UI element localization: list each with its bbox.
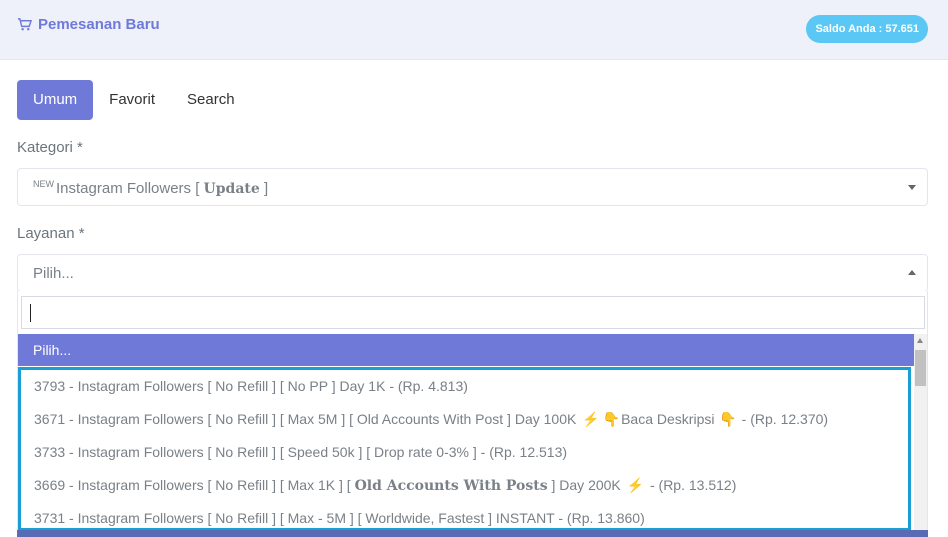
layanan-label: Layanan * [17,225,85,242]
scrollbar-thumb[interactable] [915,350,926,386]
lightning-icon: ⚡ [626,477,645,493]
kategori-select[interactable]: NEW Instagram Followers [ Update ] [17,168,928,206]
lightning-icon: ⚡ [582,411,600,427]
dropdown-option[interactable]: 3793 - Instagram Followers [ No Refill ]… [21,370,908,403]
kategori-value-post: ] [259,180,269,197]
option-text-post: - (Rp. 12.370) [737,411,829,427]
chevron-down-icon [908,185,916,190]
tab-favorit[interactable]: Favorit [93,80,171,120]
obscured-content-strip [17,530,928,537]
dropdown-scrollbar[interactable] [914,334,927,537]
tab-umum[interactable]: Umum [17,80,94,120]
page-title-text: Pemesanan Baru [38,16,160,33]
layanan-value: Pilih... [33,265,74,282]
option-text-bold: Old Accounts With Posts [354,478,548,494]
kategori-value: NEW Instagram Followers [ Update ] [33,179,268,197]
text-cursor [30,304,31,322]
option-text-mid: ] Day 200K [547,477,625,493]
dropdown-option[interactable]: 3671 - Instagram Followers [ No Refill ]… [21,403,908,436]
option-text: 3793 - Instagram Followers [ No Refill ]… [34,378,468,394]
dropdown-option[interactable]: 3669 - Instagram Followers [ No Refill ]… [21,469,908,502]
layanan-select[interactable]: Pilih... [17,254,928,292]
tab-search[interactable]: Search [171,80,251,120]
kategori-value-bold: Update [203,181,260,197]
new-badge: NEW [33,179,54,189]
kategori-label: Kategori * [17,139,83,156]
option-text-post: - (Rp. 13.512) [646,477,737,493]
page-title: Pemesanan Baru [17,16,160,33]
dropdown-option-selected[interactable]: Pilih... [18,334,914,366]
pointing-down-icon: 👇 [719,411,737,427]
chevron-up-icon [908,270,916,275]
option-text: 3733 - Instagram Followers [ No Refill ]… [34,444,568,460]
tab-bar: Umum Favorit Search [17,80,251,120]
pointing-down-icon: 👇 [602,411,621,427]
kategori-value-pre: Instagram Followers [ [56,180,204,197]
top-header: Pemesanan Baru Saldo Anda : 57.651 [0,0,948,60]
dropdown-options-list: 3793 - Instagram Followers [ No Refill ]… [18,367,911,531]
dropdown-search-input[interactable] [21,296,925,329]
option-text-mid: Baca Deskripsi [621,411,719,427]
option-text: 3731 - Instagram Followers [ No Refill ]… [34,510,645,526]
option-text: 3671 - Instagram Followers [ No Refill ]… [34,411,581,427]
scroll-up-arrow-icon[interactable] [917,338,923,343]
dropdown-option[interactable]: 3733 - Instagram Followers [ No Refill ]… [21,436,908,469]
saldo-badge: Saldo Anda : 57.651 [806,15,928,43]
layanan-dropdown: Pilih... 3793 - Instagram Followers [ No… [17,291,928,537]
cart-icon [17,18,32,31]
option-text: 3669 - Instagram Followers [ No Refill ]… [34,477,355,493]
